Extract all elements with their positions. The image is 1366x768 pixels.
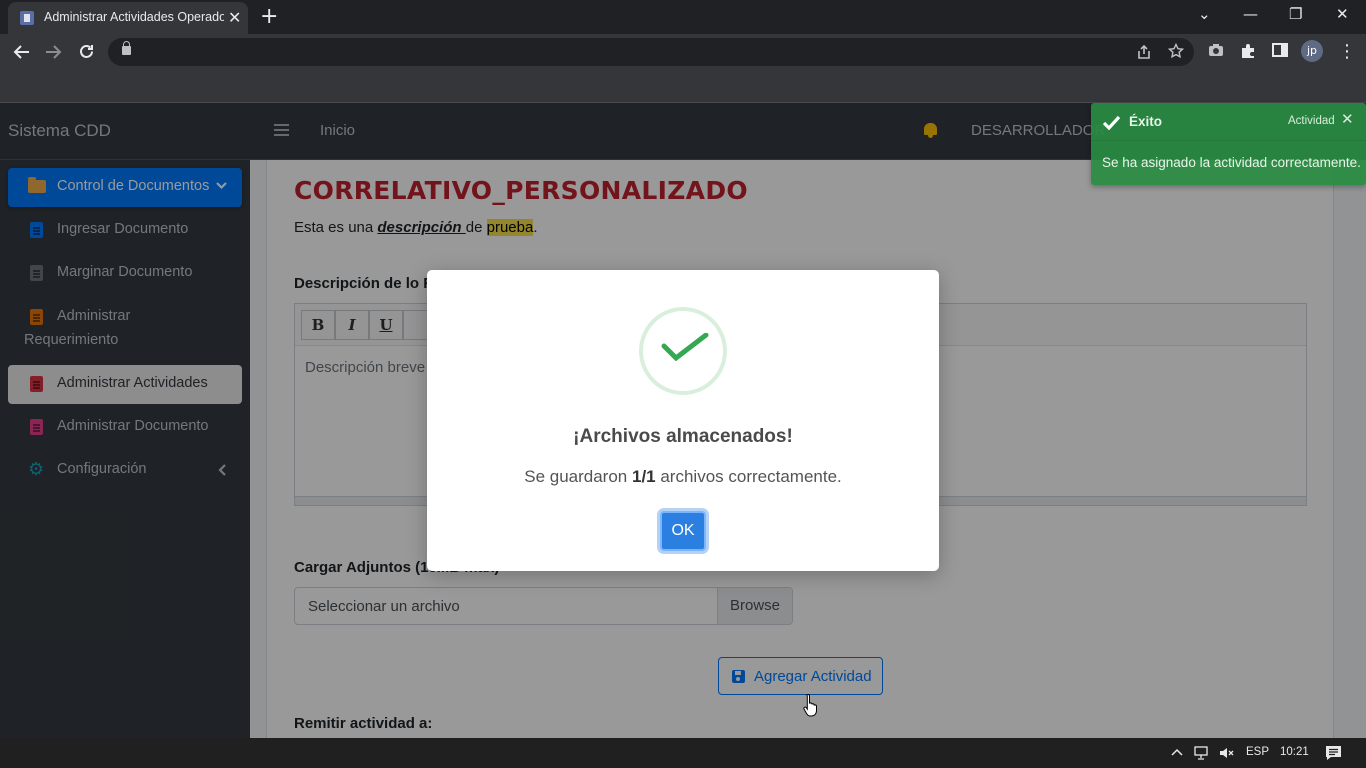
dialog-message: Se guardaron 1/1 archivos correctamente. [427, 467, 939, 487]
browser-tab-strip: Administrar Actividades Operado ✕ + ⌄ — … [0, 0, 1366, 34]
hand-cursor-icon [803, 693, 817, 717]
sidepanel-icon[interactable] [1272, 43, 1288, 57]
dialog-text: archivos correctamente. [655, 467, 842, 486]
minimize-button[interactable]: — [1243, 5, 1258, 23]
share-icon[interactable] [1136, 44, 1152, 60]
arrow-right-icon[interactable] [45, 44, 62, 60]
toast-close-icon[interactable]: ✕ [1341, 110, 1354, 128]
address-bar[interactable] [108, 38, 1194, 66]
puzzle-icon[interactable] [1240, 43, 1256, 59]
toast-header: Éxito Actividad ✕ [1091, 103, 1366, 141]
os-taskbar: ESP 10:21 [0, 738, 1366, 768]
browser-toolbar: jp ⋮ [0, 34, 1366, 70]
dialog-title: ¡Archivos almacenados! [573, 426, 793, 447]
chevron-up-icon[interactable] [1171, 748, 1183, 756]
new-tab-button[interactable]: + [260, 4, 278, 29]
star-icon[interactable] [1168, 43, 1184, 59]
restore-button[interactable]: ❐ [1289, 5, 1302, 23]
camera-icon[interactable] [1208, 43, 1224, 57]
success-icon [639, 307, 727, 395]
browser-tab[interactable]: Administrar Actividades Operado ✕ [8, 2, 248, 34]
favicon-icon [20, 11, 34, 25]
lock-icon [122, 41, 131, 55]
language-indicator[interactable]: ESP [1246, 746, 1269, 758]
tab-search-icon[interactable]: ⌄ [1198, 5, 1211, 23]
tab-title: Administrar Actividades Operado [44, 10, 224, 24]
dialog-count: 1/1 [631, 467, 656, 486]
browser-menu-icon[interactable]: ⋮ [1338, 41, 1356, 62]
dialog-text: Se guardaron [524, 467, 632, 486]
speaker-muted-icon[interactable] [1218, 746, 1234, 760]
reload-icon[interactable] [78, 43, 95, 60]
close-window-button[interactable]: ✕ [1336, 5, 1349, 23]
network-icon[interactable] [1194, 746, 1210, 760]
success-toast: Éxito Actividad ✕ Se ha asignado la acti… [1091, 103, 1366, 185]
ok-button[interactable]: OK [660, 511, 706, 551]
notification-icon[interactable] [1325, 745, 1342, 761]
tab-close-icon[interactable]: ✕ [228, 8, 241, 27]
arrow-left-icon[interactable] [13, 44, 30, 60]
bookmarks-bar [0, 70, 1366, 103]
toast-subtitle: Actividad [1288, 115, 1335, 127]
clock[interactable]: 10:21 [1280, 746, 1309, 758]
success-dialog: ¡Archivos almacenados! Se guardaron 1/1 … [427, 270, 939, 571]
toast-title: Éxito [1129, 114, 1163, 129]
check-icon [1102, 115, 1121, 130]
checkmark-icon [661, 333, 709, 361]
toast-message: Se ha asignado la actividad correctament… [1102, 155, 1361, 170]
profile-avatar[interactable]: jp [1301, 40, 1323, 62]
